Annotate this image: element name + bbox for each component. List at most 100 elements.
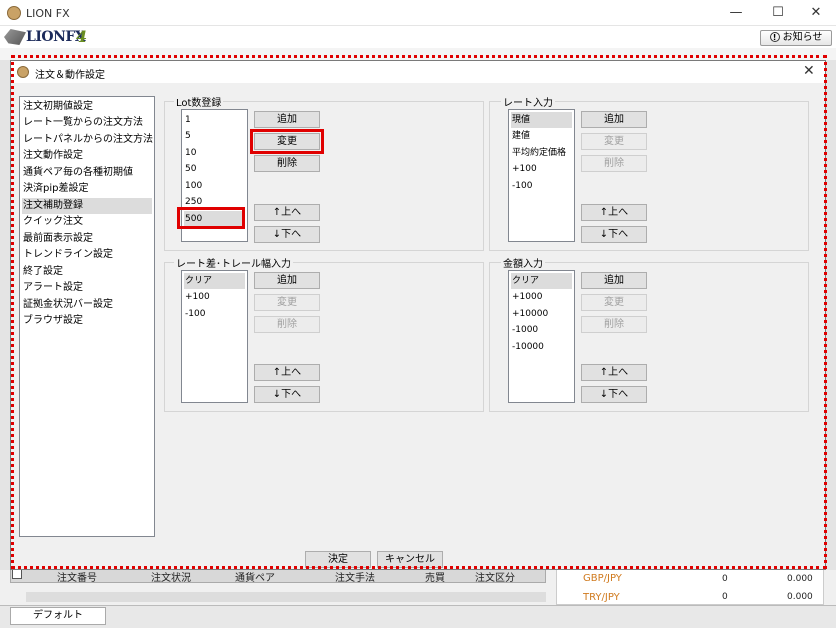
nav-item-alert[interactable]: アラート設定 [22,280,152,296]
notice-label: お知らせ [782,32,823,43]
amount-change-button[interactable]: 変更 [581,294,647,311]
rate-value: 0.000 [787,574,813,584]
trail-change-button[interactable]: 変更 [254,294,320,311]
trail-down-button[interactable]: ↓下へ [254,386,320,403]
lot-item[interactable]: 50 [184,161,245,177]
rate-up-button[interactable]: ↑上へ [581,204,647,221]
column-order-method[interactable]: 注文手法 [335,569,375,584]
info-icon: ! [769,32,780,42]
background-menu-strip [0,48,836,60]
rate-delete-button[interactable]: 削除 [581,155,647,172]
lot-delete-button[interactable]: 削除 [254,155,320,172]
nav-item-topmost[interactable]: 最前面表示設定 [22,231,152,247]
rate-value: 0.000 [787,592,813,602]
trail-item[interactable]: +100 [184,289,245,305]
horizontal-scrollbar[interactable] [26,592,546,602]
rate-list: GBP/JPY 0 0.000 TRY/JPY 0 0.000 [556,567,824,605]
minimize-button[interactable]: — [716,2,756,24]
order-settings-dialog: 注文＆動作設定 ✕ 注文初期値設定 レート一覧からの注文方法 レートパネルからの… [10,60,826,570]
lot-item[interactable]: 10 [184,145,245,161]
rate-item[interactable]: -100 [511,178,572,194]
trail-add-button[interactable]: 追加 [254,272,320,289]
amount-group-label: 金額入力 [501,255,545,270]
rate-item[interactable]: +100 [511,161,572,177]
nav-item-rate-panel-order[interactable]: レートパネルからの注文方法 [22,132,153,148]
rate-item[interactable]: 平均約定価格 [511,145,574,161]
nav-item-exit[interactable]: 終了設定 [22,264,152,280]
rate-listbox: 現値 建値 平均約定価格 +100 -100 [508,109,575,242]
maximize-button[interactable]: ☐ [758,2,798,24]
trail-item[interactable]: クリア [184,273,245,289]
bottom-tab-bar [0,605,836,628]
dialog-title-bar [11,61,825,83]
trail-listbox: クリア +100 -100 [181,270,248,403]
lot-up-button[interactable]: ↑上へ [254,204,320,221]
trail-item[interactable]: -100 [184,306,245,322]
rate-pair[interactable]: TRY/JPY [583,592,620,602]
dialog-title: 注文＆動作設定 [35,70,105,81]
trail-delete-button[interactable]: 削除 [254,316,320,333]
rate-down-button[interactable]: ↓下へ [581,226,647,243]
trail-up-button[interactable]: ↑上へ [254,364,320,381]
trail-group-label: レート差･トレール幅入力 [174,255,293,270]
rate-add-button[interactable]: 追加 [581,111,647,128]
select-all-checkbox[interactable] [12,569,22,579]
lot-item[interactable]: 100 [184,178,245,194]
logo-bar [0,26,836,48]
lot-change-button[interactable]: 変更 [254,133,320,150]
lot-listbox: 1 5 10 50 100 250 500 [181,109,248,242]
cancel-button[interactable]: キャンセル [377,551,443,568]
nav-item-settle-pip[interactable]: 決済pip差設定 [22,181,152,197]
brand-logo-version: 4 [76,27,88,46]
column-currency-pair[interactable]: 通貨ペア [235,569,275,584]
amount-add-button[interactable]: 追加 [581,272,647,289]
rate-item[interactable]: 建値 [511,128,572,144]
amount-item[interactable]: -1000 [511,322,572,338]
rate-pair[interactable]: GBP/JPY [583,573,622,584]
lion-logo-icon [17,66,29,78]
nav-item-quick-order[interactable]: クイック注文 [22,214,152,230]
nav-item-browser[interactable]: ブラウザ設定 [22,313,152,329]
nav-item-rate-list-order[interactable]: レート一覧からの注文方法 [22,115,152,131]
lion-logo-icon [7,6,21,20]
amount-up-button[interactable]: ↑上へ [581,364,647,381]
dialog-close-button[interactable]: ✕ [803,63,815,79]
ok-button[interactable]: 決定 [305,551,371,568]
nav-item-order-assist[interactable]: 注文補助登録 [22,198,152,214]
amount-down-button[interactable]: ↓下へ [581,386,647,403]
amount-delete-button[interactable]: 削除 [581,316,647,333]
amount-item[interactable]: -10000 [511,339,572,355]
close-window-button[interactable]: ✕ [796,2,836,24]
nav-item-order-defaults[interactable]: 注文初期値設定 [22,99,152,115]
column-buy-sell[interactable]: 売買 [425,569,445,584]
amount-item[interactable]: +10000 [511,306,572,322]
column-order-number[interactable]: 注文番号 [57,569,97,584]
lot-add-button[interactable]: 追加 [254,111,320,128]
nav-item-pair-defaults[interactable]: 通貨ペア毎の各種初期値 [22,165,152,181]
rate-change-button[interactable]: 変更 [581,133,647,150]
lot-item[interactable]: 5 [184,128,245,144]
lot-item[interactable]: 250 [184,194,245,210]
nav-item-margin-bar[interactable]: 証拠金状況バー設定 [22,297,152,313]
app-title-bar [0,0,836,26]
lot-item[interactable]: 500 [184,211,245,227]
rate-item[interactable]: 現値 [511,112,572,128]
column-order-type[interactable]: 注文区分 [475,569,515,584]
tab-default[interactable]: デフォルト [10,607,106,625]
background-left-panel [0,60,10,570]
rate-qty: 0 [722,574,728,584]
nav-item-trendline[interactable]: トレンドライン設定 [22,247,152,263]
lot-group-label: Lot数登録 [174,94,224,109]
settings-nav-list: 注文初期値設定 レート一覧からの注文方法 レートパネルからの注文方法 注文動作設… [19,96,155,537]
app-title: LION FX [26,7,70,20]
rate-qty: 0 [722,592,728,602]
nav-item-order-behavior[interactable]: 注文動作設定 [22,148,152,164]
amount-listbox: クリア +1000 +10000 -1000 -10000 [508,270,575,403]
amount-item[interactable]: クリア [511,273,572,289]
notice-button[interactable]: ! お知らせ [760,30,832,46]
amount-item[interactable]: +1000 [511,289,572,305]
lot-down-button[interactable]: ↓下へ [254,226,320,243]
rate-group-label: レート入力 [501,94,555,109]
lot-item[interactable]: 1 [184,112,245,128]
column-order-status[interactable]: 注文状況 [151,569,191,584]
